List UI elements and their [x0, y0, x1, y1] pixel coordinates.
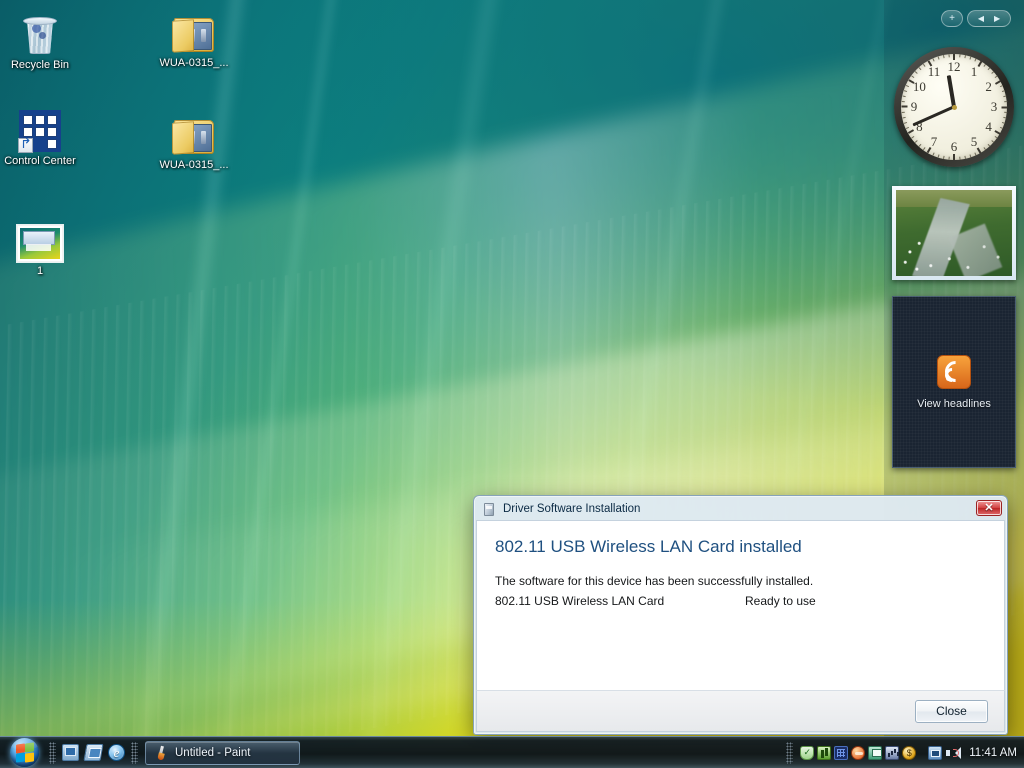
feed-panel[interactable]: View headlines — [892, 296, 1016, 468]
analog-clock: 12 1 2 3 4 5 6 7 8 9 10 11 — [894, 47, 1014, 167]
driver-device-icon — [482, 502, 497, 517]
desktop-icon-label: WUA-0315_... — [159, 57, 229, 69]
desktop-icon-image-1[interactable]: 1 — [2, 214, 78, 278]
dialog-message: The software for this device has been su… — [495, 574, 814, 588]
clock-numeral: 1 — [970, 64, 978, 80]
show-desktop-icon[interactable] — [62, 744, 79, 761]
switch-windows-icon[interactable] — [83, 744, 104, 761]
network-icon[interactable] — [928, 745, 943, 760]
desktop-icon-recycle-bin[interactable]: Recycle Bin — [2, 8, 78, 72]
task-button-paint[interactable]: Untitled - Paint — [145, 740, 300, 765]
clock-numeral: 3 — [990, 99, 998, 114]
update-icon[interactable] — [902, 745, 917, 760]
clock-numeral: 12 — [947, 59, 961, 74]
driver-software-installation-dialog: Driver Software Installation ✕ 802.11 US… — [473, 495, 1008, 735]
grid-utility-icon[interactable] — [834, 745, 849, 760]
dialog-footer: Close — [476, 690, 1005, 732]
desktop-icon-folder-wua-2[interactable]: WUA-0315_... — [156, 108, 232, 172]
windows-logo-icon — [9, 738, 39, 767]
network-monitor-icon[interactable] — [817, 745, 832, 760]
close-icon[interactable]: ✕ — [976, 500, 1002, 516]
desktop-icon-label: 1 — [36, 265, 44, 277]
rss-icon — [937, 354, 971, 389]
clock-numeral: 9 — [910, 99, 918, 114]
security-shield-icon[interactable] — [800, 745, 815, 760]
clock-center-cap — [951, 104, 957, 110]
device-status: Ready to use — [745, 594, 816, 608]
dialog-title: Driver Software Installation — [503, 503, 641, 515]
clock-numeral: 11 — [927, 64, 941, 80]
slideshow-photo — [896, 190, 1012, 276]
close-button[interactable]: Close — [915, 699, 988, 723]
add-gadget-button[interactable]: + — [941, 10, 963, 27]
shortcut-arrow-icon — [18, 138, 33, 153]
user-app-icon[interactable] — [851, 745, 866, 760]
desktop-icon-label: Recycle Bin — [10, 59, 70, 71]
desktop-icon-control-center[interactable]: Control Center — [2, 104, 78, 168]
system-tray: 11:41 AM — [786, 737, 1024, 768]
internet-explorer-icon[interactable] — [108, 744, 125, 761]
clock-numeral: 5 — [970, 133, 978, 149]
folder-icon — [156, 108, 232, 156]
tray-divider — [786, 741, 794, 764]
clock-numeral: 4 — [985, 119, 992, 134]
gadget-clock[interactable]: 12 1 2 3 4 5 6 7 8 9 10 11 — [887, 47, 1021, 167]
device-name: 802.11 USB Wireless LAN Card — [495, 594, 665, 608]
desktop-icon-label: WUA-0315_... — [159, 159, 229, 171]
desktop-icon-folder-wua-1[interactable]: WUA-0315_... — [156, 6, 232, 70]
task-button-area: Untitled - Paint — [141, 740, 786, 765]
clock-numeral: 2 — [985, 79, 992, 94]
taskbar-divider — [49, 741, 56, 764]
view-headlines-label[interactable]: View headlines — [917, 398, 991, 410]
signal-bars-icon[interactable] — [885, 745, 900, 760]
dialog-titlebar[interactable]: Driver Software Installation ✕ — [476, 498, 1005, 520]
taskbar: Untitled - Paint 11:41 AM — [0, 736, 1024, 768]
previous-gadget-icon[interactable]: ◀ — [978, 14, 984, 23]
sidebar-nav-buttons[interactable]: ◀ ▶ — [967, 10, 1011, 27]
recycle-bin-icon — [2, 8, 78, 56]
start-button[interactable] — [2, 738, 46, 768]
dialog-heading: 802.11 USB Wireless LAN Card installed — [495, 537, 802, 556]
quick-launch-bar — [59, 744, 128, 761]
device-status-row: 802.11 USB Wireless LAN Card Ready to us… — [495, 594, 986, 608]
task-button-label: Untitled - Paint — [175, 746, 251, 759]
dialog-body: 802.11 USB Wireless LAN Card installed T… — [476, 520, 1005, 690]
image-thumbnail-icon — [2, 214, 78, 262]
control-center-icon — [2, 104, 78, 153]
taskbar-divider — [131, 741, 138, 764]
taskbar-clock[interactable]: 11:41 AM — [969, 747, 1017, 759]
next-gadget-icon[interactable]: ▶ — [994, 14, 1000, 23]
gadget-feed-headlines[interactable]: View headlines — [887, 296, 1021, 468]
sidebar-header: + ◀ ▶ — [941, 10, 1011, 27]
folder-icon — [156, 6, 232, 54]
gadget-slideshow[interactable] — [887, 186, 1021, 280]
clock-numeral: 6 — [950, 139, 958, 154]
desktop-icon-label: Control Center — [4, 155, 76, 167]
clock-numeral: 7 — [930, 133, 938, 149]
clock-numeral: 10 — [912, 79, 926, 94]
disk-utility-icon[interactable] — [868, 745, 883, 760]
volume-muted-icon[interactable] — [945, 746, 962, 760]
paint-icon — [155, 746, 168, 760]
slideshow-frame — [892, 186, 1016, 280]
